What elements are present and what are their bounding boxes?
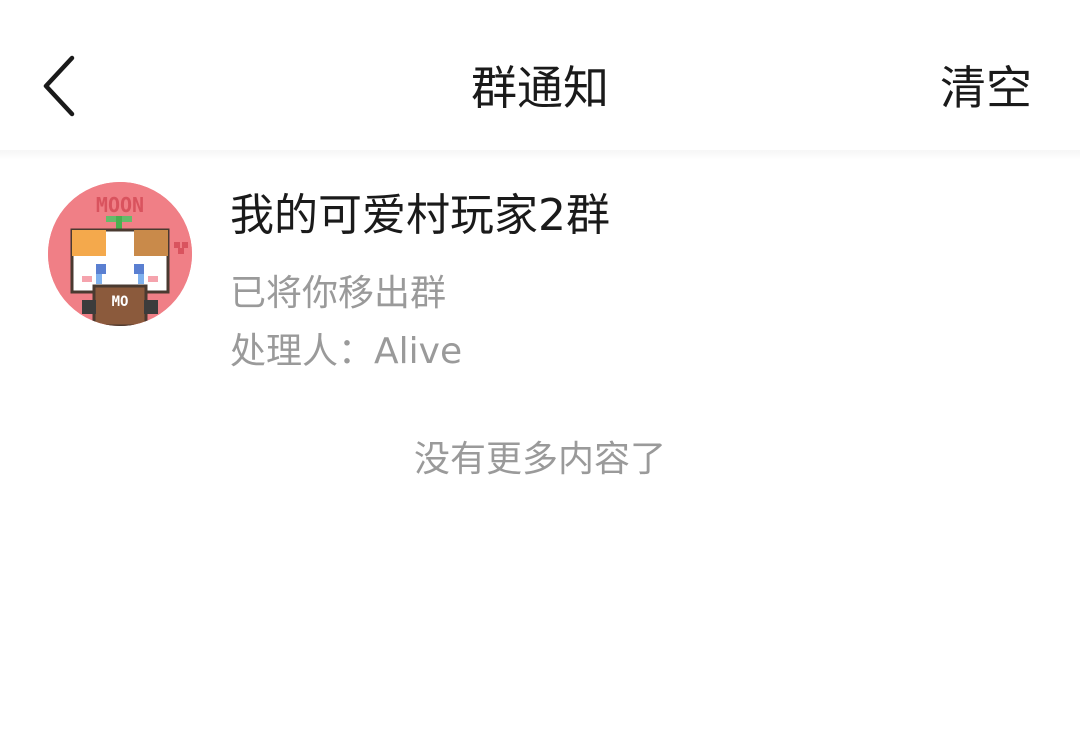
group-avatar[interactable]: MOON MO (48, 182, 192, 326)
handler-name[interactable]: Alive (374, 331, 462, 372)
no-more-content-text: 没有更多内容了 (413, 439, 666, 480)
cat-avatar-icon: MOON MO (48, 182, 192, 326)
clear-button[interactable]: 清空 (940, 58, 1032, 118)
page-title: 群通知 (471, 61, 609, 115)
handler-line: 处理人：Alive (230, 328, 462, 376)
group-name: 我的可爱村玩家2群 (230, 190, 610, 241)
handler-label: 处理人： (230, 331, 375, 372)
notice-action-text: 已将你移出群 (230, 273, 447, 314)
notice-item[interactable]: MOON MO 我的可爱村玩家2群 已将你移出群 处理人：Alive (0, 160, 1080, 390)
avatar-cup-text: MO (112, 294, 129, 310)
avatar-moon-text: MOON (96, 193, 144, 217)
header-divider (0, 150, 1080, 160)
header-bar: 群通知 清空 (0, 0, 1080, 152)
